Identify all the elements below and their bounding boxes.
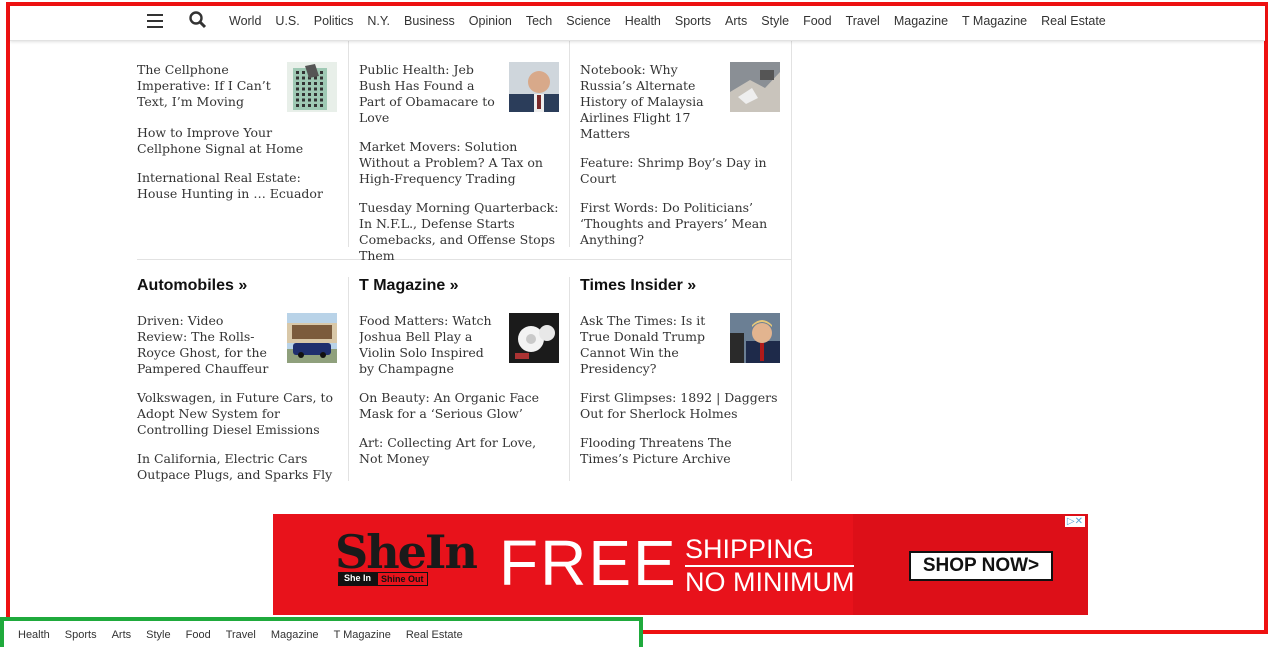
ad-free-text: FREE [499,527,678,599]
lead-story-headline[interactable]: Ask The Times: Is it True Donald Trump C… [580,313,720,377]
nav-link-world[interactable]: World [229,14,261,28]
bottom-nav-link-travel[interactable]: Travel [226,629,256,641]
shein-logo: SheIn [335,525,478,579]
nav-link-n-y[interactable]: N.Y. [367,14,390,28]
section-column: Driven: Video Review: The Rolls-Royce Gh… [137,313,337,496]
bottom-nav-link-magazine[interactable]: Magazine [271,629,319,641]
story-headline[interactable]: First Words: Do Politicians’ ‘Thoughts a… [580,200,780,248]
story-headline[interactable]: In California, Electric Cars Outpace Plu… [137,451,337,483]
story-headline[interactable]: Feature: Shrimp Boy’s Day in Court [580,155,780,187]
story-headline[interactable]: International Real Estate: House Hunting… [137,170,337,202]
nav-link-food[interactable]: Food [803,14,832,28]
bottom-nav-link-style[interactable]: Style [146,629,170,641]
menu-icon[interactable] [147,14,163,28]
tag-right: Shine Out [377,572,428,586]
nav-link-business[interactable]: Business [404,14,455,28]
lead-story-headline[interactable]: The Cellphone Imperative: If I Can’t Tex… [137,62,277,110]
lead-story-headline[interactable]: Public Health: Jeb Bush Has Found a Part… [359,62,499,126]
story-headline[interactable]: First Glimpses: 1892 | Daggers Out for S… [580,390,780,422]
section-column: The Cellphone Imperative: If I Can’t Tex… [137,62,337,215]
column-divider [791,40,792,481]
green-highlight-frame: Health Sports Arts Style Food Travel Magazine T… [0,617,643,647]
bottom-nav-link-health[interactable]: Health [18,629,50,641]
nav-link-arts[interactable]: Arts [725,14,747,28]
section-column: Ask The Times: Is it True Donald Trump C… [580,313,780,480]
nav-link-tech[interactable]: Tech [526,14,552,28]
tag-left: She In [338,572,378,586]
adchoices-icon[interactable]: ▷✕ [1064,516,1085,527]
ad-no-minimum-line: NO MINIMUM [685,567,855,597]
column-divider [348,40,349,247]
lead-story-headline[interactable]: Notebook: Why Russia’s Alternate History… [580,62,720,142]
story-headline[interactable]: Flooding Threatens The Times’s Picture A… [580,435,780,467]
car-thumbnail[interactable] [287,313,337,363]
section-heading-t-magazine[interactable]: T Magazine » [359,277,459,295]
shop-now-button[interactable]: SHOP NOW> [909,551,1053,581]
lead-story-headline[interactable]: Food Matters: Watch Joshua Bell Play a V… [359,313,499,377]
nav-link-health[interactable]: Health [625,14,661,28]
lead-story[interactable]: Public Health: Jeb Bush Has Found a Part… [359,62,559,126]
nav-link-real-estate[interactable]: Real Estate [1041,14,1106,28]
portrait-thumbnail[interactable] [509,62,559,112]
bottom-section-nav: Health Sports Arts Style Food Travel Magazine T… [18,629,463,641]
section-column: Food Matters: Watch Joshua Bell Play a V… [359,313,559,480]
lead-story-headline[interactable]: Driven: Video Review: The Rolls-Royce Gh… [137,313,277,377]
nav-link-magazine[interactable]: Magazine [894,14,948,28]
ad-shipping-text: SHIPPING NO MINIMUM [685,534,855,597]
nav-link-sports[interactable]: Sports [675,14,711,28]
section-nav: World U.S. Politics N.Y. Business Opinion Tech… [229,14,1120,28]
building-thumbnail[interactable] [287,62,337,112]
story-headline[interactable]: Volkswagen, in Future Cars, to Adopt New… [137,390,337,438]
lead-story[interactable]: Driven: Video Review: The Rolls-Royce Gh… [137,313,337,377]
section-heading-times-insider[interactable]: Times Insider » [580,277,696,295]
nav-link-t-magazine[interactable]: T Magazine [962,14,1027,28]
trump-thumbnail[interactable] [730,313,780,363]
bottom-nav-link-real-estate[interactable]: Real Estate [406,629,463,641]
wreckage-thumbnail[interactable] [730,62,780,112]
story-headline[interactable]: Tuesday Morning Quarterback: In N.F.L., … [359,200,559,264]
bottom-nav-link-arts[interactable]: Arts [112,629,132,641]
lead-story[interactable]: The Cellphone Imperative: If I Can’t Tex… [137,62,337,112]
story-headline[interactable]: Art: Collecting Art for Love, Not Money [359,435,559,467]
bottom-nav-link-food[interactable]: Food [186,629,211,641]
nav-link-u-s[interactable]: U.S. [275,14,299,28]
nav-link-travel[interactable]: Travel [846,14,880,28]
section-heading-automobiles[interactable]: Automobiles » [137,277,247,295]
story-headline[interactable]: How to Improve Your Cellphone Signal at … [137,125,337,157]
search-icon[interactable] [188,10,208,30]
story-headline[interactable]: Market Movers: Solution Without a Proble… [359,139,559,187]
food-thumbnail[interactable] [509,313,559,363]
nav-link-science[interactable]: Science [566,14,610,28]
lead-story[interactable]: Food Matters: Watch Joshua Bell Play a V… [359,313,559,377]
lead-story[interactable]: Notebook: Why Russia’s Alternate History… [580,62,780,142]
shein-ad-banner[interactable]: SheIn She In Shine Out FREE SHIPPING NO … [273,514,1088,615]
column-divider [348,277,349,481]
top-nav-bar: World U.S. Politics N.Y. Business Opinion Tech… [10,6,1265,41]
lead-story[interactable]: Ask The Times: Is it True Donald Trump C… [580,313,780,377]
story-headline[interactable]: On Beauty: An Organic Face Mask for a ‘S… [359,390,559,422]
bottom-nav-link-t-magazine[interactable]: T Magazine [334,629,391,641]
nav-link-politics[interactable]: Politics [314,14,354,28]
ad-shipping-line: SHIPPING [685,534,855,567]
column-divider [569,277,570,481]
nav-link-opinion[interactable]: Opinion [469,14,512,28]
section-column: Public Health: Jeb Bush Has Found a Part… [359,62,559,277]
bottom-nav-link-sports[interactable]: Sports [65,629,97,641]
shein-tagline: She In Shine Out [338,572,428,586]
column-divider [569,40,570,247]
section-column: Notebook: Why Russia’s Alternate History… [580,62,780,261]
nav-link-style[interactable]: Style [761,14,789,28]
